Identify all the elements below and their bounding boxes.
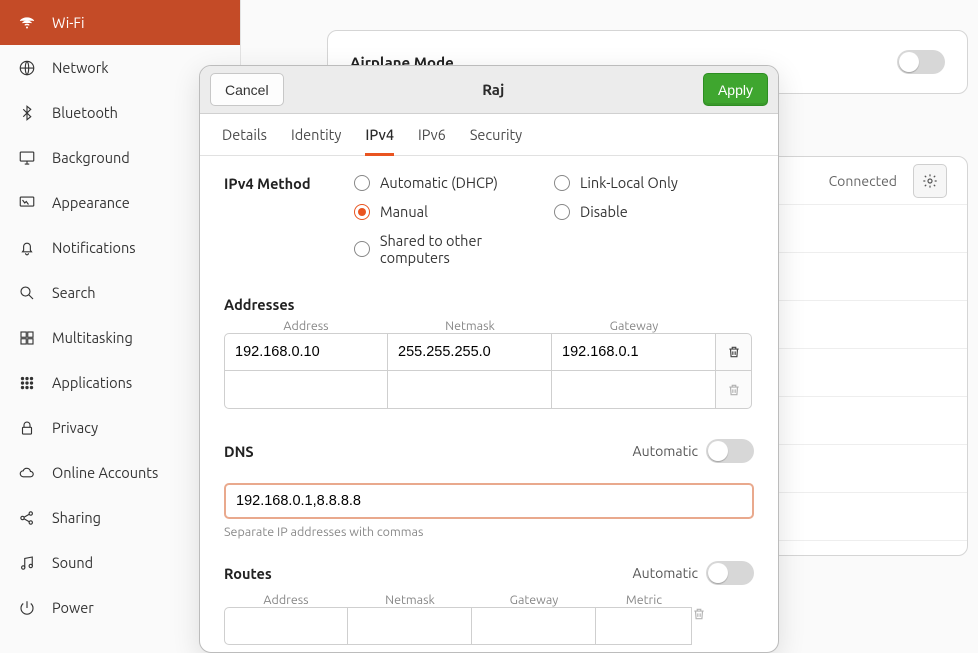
delete-address-button[interactable]	[716, 333, 752, 371]
apply-button[interactable]: Apply	[703, 73, 768, 106]
note-icon	[18, 554, 36, 572]
addresses-column-headers: Address Netmask Gateway	[224, 319, 754, 333]
dns-automatic-toggle[interactable]	[706, 439, 754, 463]
appearance-icon	[18, 194, 36, 212]
route-metric-col: Metric	[596, 593, 692, 607]
sidebar-item-wifi[interactable]: Wi-Fi	[0, 0, 240, 45]
wifi-icon	[18, 14, 36, 32]
route-netmask-input[interactable]	[348, 607, 472, 645]
dialog-title: Raj	[482, 81, 504, 98]
sidebar-item-label: Multitasking	[52, 329, 133, 346]
sidebar-item-label: Sharing	[52, 509, 101, 526]
route-address-input[interactable]	[224, 607, 348, 645]
addresses-heading: Addresses	[224, 296, 754, 313]
dns-automatic-label: Automatic	[633, 443, 698, 459]
grid-icon	[18, 329, 36, 347]
netmask-input[interactable]	[388, 333, 552, 371]
cancel-button[interactable]: Cancel	[210, 73, 284, 106]
tab-ipv4[interactable]: IPv4	[365, 114, 394, 156]
radio-icon	[354, 204, 370, 220]
ipv4-method-auto[interactable]: Automatic (DHCP)	[354, 174, 554, 191]
dialog-body: IPv4 Method Automatic (DHCP) Link-Local …	[200, 156, 778, 652]
power-icon	[18, 599, 36, 617]
gateway-input[interactable]	[552, 333, 716, 371]
radio-label: Manual	[380, 203, 428, 220]
search-icon	[18, 284, 36, 302]
delete-address-button[interactable]	[716, 371, 752, 409]
route-gateway-input[interactable]	[472, 607, 596, 645]
tab-details[interactable]: Details	[222, 114, 267, 156]
sidebar-item-label: Applications	[52, 374, 132, 391]
dns-input[interactable]	[224, 483, 754, 519]
sidebar-item-label: Sound	[52, 554, 93, 571]
address-col-header: Address	[224, 319, 388, 333]
tab-security[interactable]: Security	[470, 114, 522, 156]
gateway-input[interactable]	[552, 371, 716, 409]
radio-icon	[554, 204, 570, 220]
route-gateway-col: Gateway	[472, 593, 596, 607]
bell-icon	[18, 239, 36, 257]
tab-ipv6[interactable]: IPv6	[418, 114, 446, 156]
sidebar-item-label: Appearance	[52, 194, 130, 211]
radio-label: Disable	[580, 203, 628, 220]
route-netmask-col: Netmask	[348, 593, 472, 607]
routes-heading: Routes	[224, 565, 272, 582]
gateway-col-header: Gateway	[552, 319, 716, 333]
address-row	[224, 371, 754, 409]
lock-icon	[18, 419, 36, 437]
radio-icon	[354, 241, 370, 257]
apps-icon	[18, 374, 36, 392]
route-metric-input[interactable]	[596, 607, 692, 645]
sidebar-item-label: Bluetooth	[52, 104, 118, 121]
sidebar-item-label: Search	[52, 284, 96, 301]
ipv4-method-manual[interactable]: Manual	[354, 203, 554, 220]
route-row	[224, 607, 754, 645]
connection-editor-dialog: Cancel Raj Apply Details Identity IPv4 I…	[199, 65, 779, 653]
globe-icon	[18, 59, 36, 77]
ipv4-method-linklocal[interactable]: Link-Local Only	[554, 174, 754, 191]
sidebar-item-label: Online Accounts	[52, 464, 158, 481]
monitor-icon	[18, 149, 36, 167]
ipv4-method-shared[interactable]: Shared to other computers	[354, 232, 554, 266]
wifi-status-label: Connected	[829, 173, 897, 189]
dns-hint: Separate IP addresses with commas	[224, 525, 754, 539]
airplane-mode-toggle[interactable]	[897, 50, 945, 74]
sidebar-item-label: Notifications	[52, 239, 136, 256]
cloud-icon	[18, 464, 36, 482]
routes-automatic-label: Automatic	[633, 565, 698, 581]
dialog-tabs: Details Identity IPv4 IPv6 Security	[200, 114, 778, 156]
netmask-input[interactable]	[388, 371, 552, 409]
bluetooth-icon	[18, 104, 36, 122]
address-input[interactable]	[224, 333, 388, 371]
dialog-header: Cancel Raj Apply	[200, 66, 778, 114]
tab-identity[interactable]: Identity	[291, 114, 341, 156]
radio-label: Shared to other computers	[380, 232, 554, 266]
routes-automatic-toggle[interactable]	[706, 561, 754, 585]
sidebar-item-label: Privacy	[52, 419, 98, 436]
ipv4-method-disable[interactable]: Disable	[554, 203, 754, 220]
radio-icon	[354, 175, 370, 191]
route-address-col: Address	[224, 593, 348, 607]
dns-heading: DNS	[224, 443, 254, 460]
sidebar-item-label: Power	[52, 599, 94, 616]
sidebar-item-label: Background	[52, 149, 130, 166]
address-input[interactable]	[224, 371, 388, 409]
sidebar-item-label: Network	[52, 59, 109, 76]
routes-column-headers: Address Netmask Gateway Metric	[224, 593, 754, 607]
address-row	[224, 333, 754, 371]
share-icon	[18, 509, 36, 527]
ipv4-method-heading: IPv4 Method	[224, 174, 354, 192]
wifi-settings-button[interactable]	[913, 164, 947, 198]
delete-route-button[interactable]	[692, 607, 728, 645]
radio-label: Link-Local Only	[580, 174, 678, 191]
netmask-col-header: Netmask	[388, 319, 552, 333]
radio-label: Automatic (DHCP)	[380, 174, 498, 191]
radio-icon	[554, 175, 570, 191]
sidebar-item-label: Wi-Fi	[52, 14, 85, 31]
